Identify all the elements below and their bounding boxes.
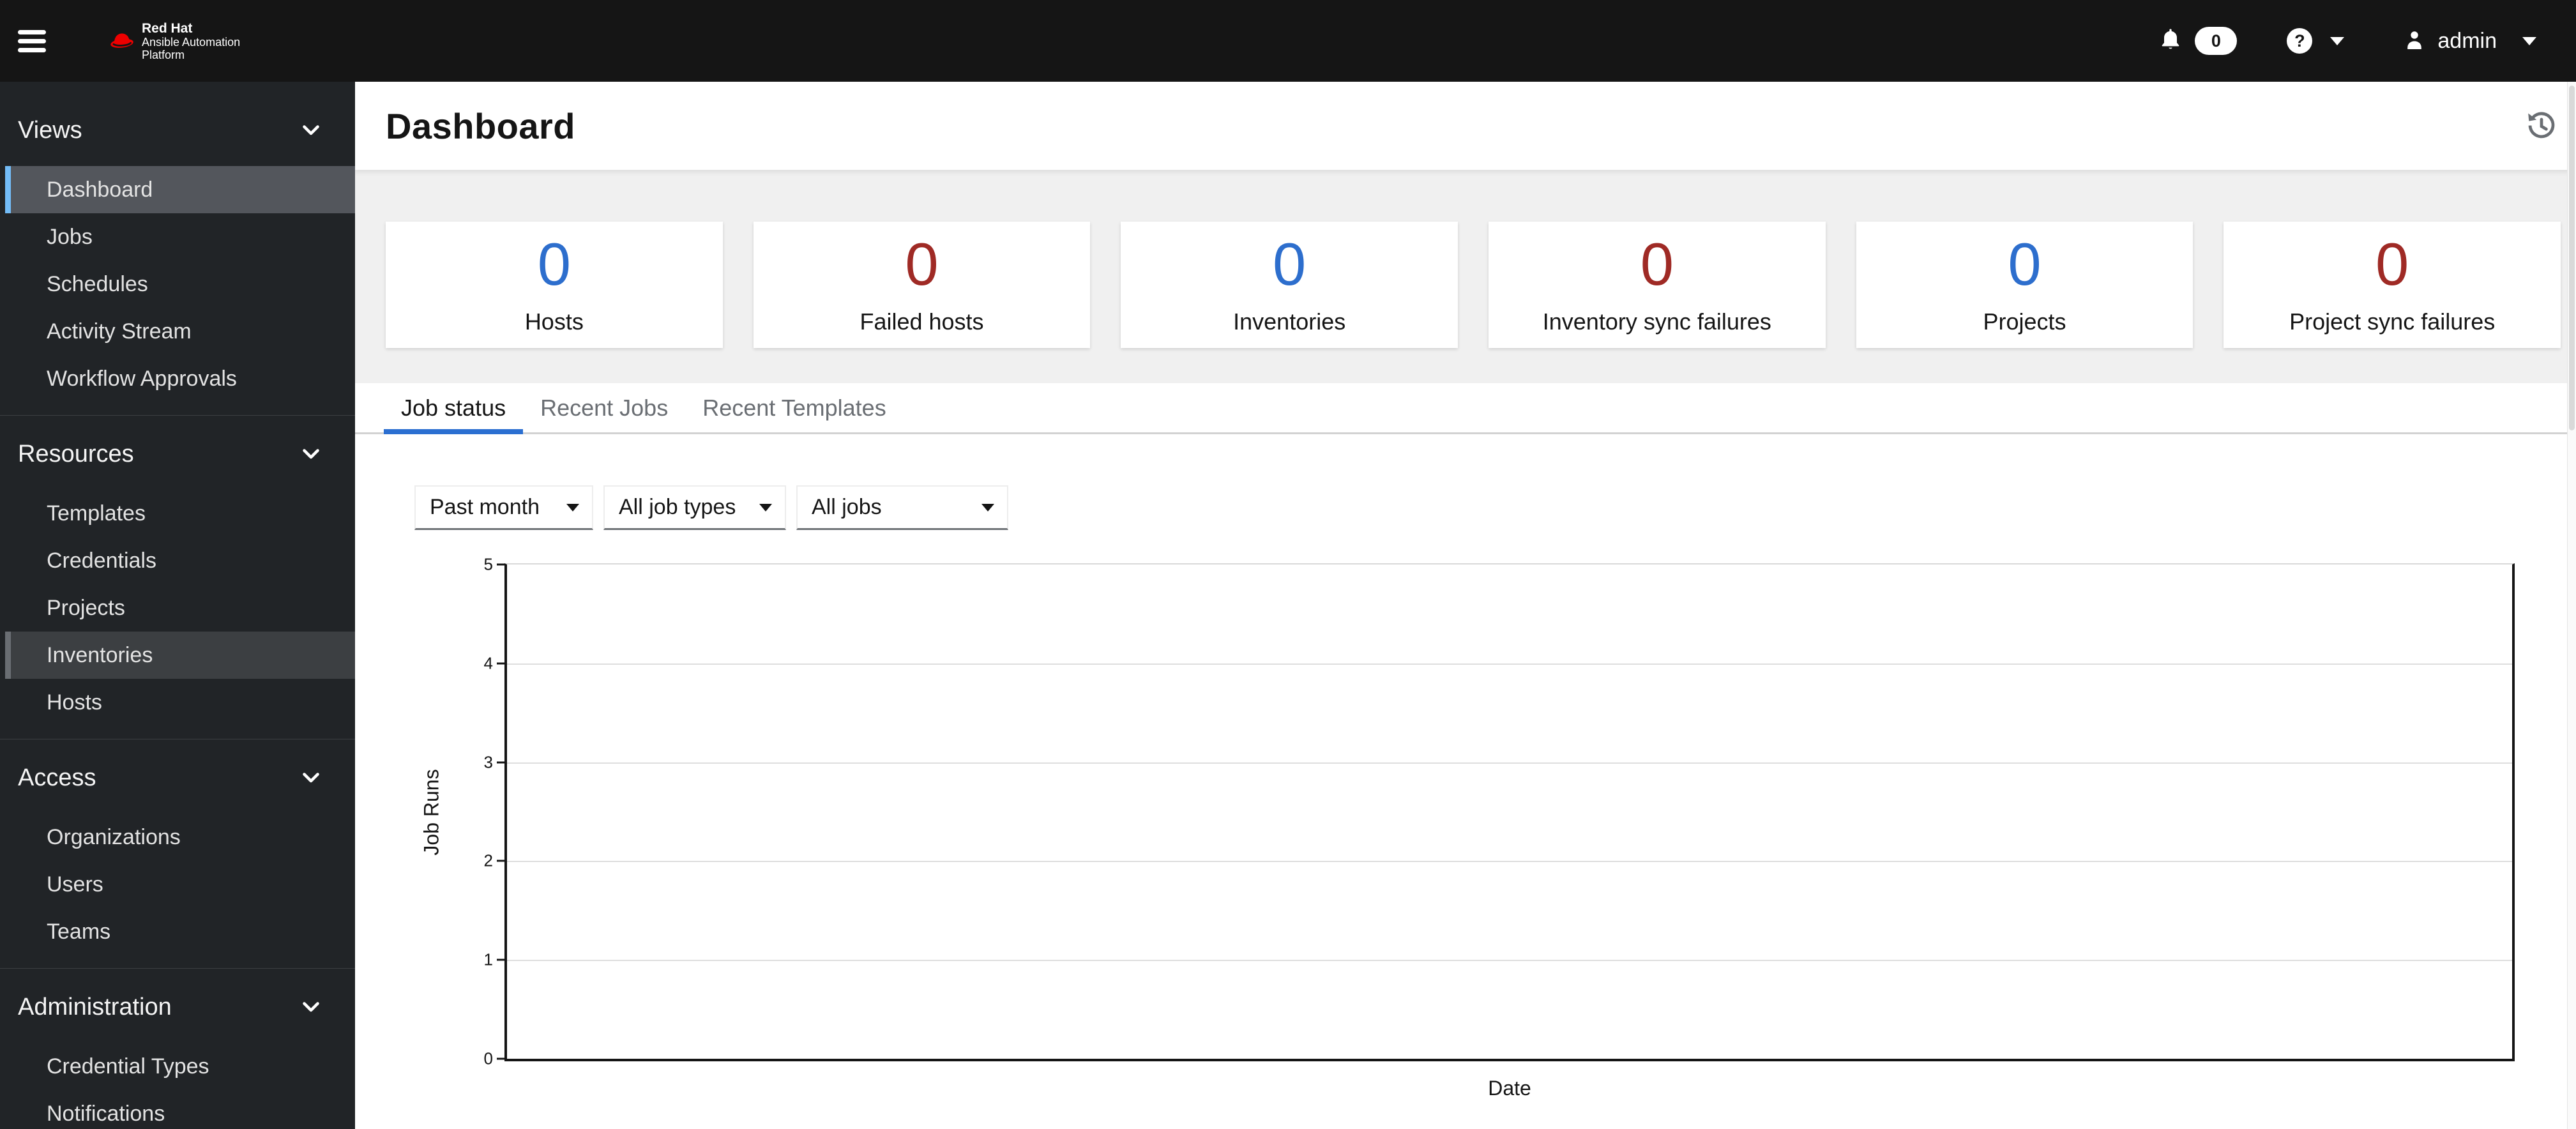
y-tick: 4 [483, 653, 493, 673]
chart-plot-area: 5 4 3 2 1 0 Date [484, 555, 2515, 1100]
brand-logo[interactable]: Red Hat Ansible Automation Platform [109, 21, 240, 61]
user-icon [2403, 27, 2426, 55]
sidebar-item-schedules[interactable]: Schedules [5, 261, 355, 308]
inventory-sync-failures-count-link[interactable]: 0 [1640, 234, 1674, 294]
nav-group-administration[interactable]: Administration [0, 981, 355, 1033]
nav-section-access: Access Organizations Users Teams [0, 739, 355, 968]
red-hat-fedora-icon [109, 29, 135, 53]
page-header: Dashboard [355, 82, 2576, 170]
sidebar-item-projects[interactable]: Projects [5, 584, 355, 632]
card-label: Inventory sync failures [1542, 308, 1771, 335]
nav-section-administration: Administration Credential Types Notifica… [0, 968, 355, 1129]
y-tick: 1 [483, 950, 493, 969]
chevron-down-icon [303, 448, 319, 458]
help-menu-toggle[interactable]: ? [2287, 28, 2345, 54]
y-tick: 5 [483, 554, 493, 574]
masthead: Red Hat Ansible Automation Platform 0 ? [0, 0, 2576, 82]
sidebar-item-dashboard[interactable]: Dashboard [5, 166, 355, 213]
dashboard-content: 0 Hosts 0 Failed hosts 0 Inventories 0 I… [355, 170, 2576, 1129]
inventories-count-link[interactable]: 0 [1273, 234, 1306, 294]
notifications-button[interactable]: 0 [2158, 26, 2238, 56]
ansible-automation-platform-app: Red Hat Ansible Automation Platform 0 ? [0, 0, 2576, 1129]
sidebar-item-organizations[interactable]: Organizations [5, 814, 355, 861]
card-label: Inventories [1233, 308, 1346, 335]
scrollbar[interactable] [2567, 82, 2576, 1129]
sidebar-item-users[interactable]: Users [5, 861, 355, 908]
tab-recent-jobs[interactable]: Recent Jobs [523, 383, 685, 432]
x-axis-label: Date [1488, 1077, 1531, 1100]
job-status-panel: Job status Recent Jobs Recent Templates … [355, 383, 2576, 1129]
gridline [507, 663, 2512, 665]
tab-recent-templates[interactable]: Recent Templates [685, 383, 904, 432]
brand-name: Red Hat [142, 20, 193, 36]
period-select[interactable]: Past month [414, 485, 593, 530]
nav-group-views[interactable]: Views [0, 105, 355, 156]
job-runs-chart: Job Runs 5 4 3 2 1 0 Date [355, 536, 2576, 1129]
sidebar-item-templates[interactable]: Templates [5, 490, 355, 537]
chart-filters: Past month All job types All jobs [414, 485, 2576, 530]
tab-job-status[interactable]: Job status [384, 383, 524, 434]
nav-group-resources[interactable]: Resources [0, 428, 355, 480]
y-tick: 2 [483, 851, 493, 870]
nav-group-access[interactable]: Access [0, 752, 355, 803]
page-title: Dashboard [386, 105, 575, 146]
bell-icon [2158, 26, 2183, 56]
card-label: Project sync failures [2289, 308, 2496, 335]
gridline [507, 960, 2512, 962]
nav-toggle-hamburger-icon[interactable] [18, 26, 47, 57]
history-icon[interactable] [2524, 108, 2559, 144]
chevron-down-icon [303, 772, 319, 782]
card-inventory-sync-failures: 0 Inventory sync failures [1489, 222, 1826, 348]
brand-product-line1: Ansible Automation [142, 35, 241, 49]
card-hosts: 0 Hosts [386, 222, 723, 348]
sidebar-item-jobs[interactable]: Jobs [5, 213, 355, 261]
chevron-down-icon [303, 125, 319, 135]
caret-down-icon [981, 503, 994, 511]
sidebar-item-credentials[interactable]: Credentials [5, 537, 355, 584]
card-projects: 0 Projects [1856, 222, 2193, 348]
nav-section-views: Views Dashboard Jobs Schedules Activity … [0, 105, 355, 415]
user-menu-toggle[interactable]: admin [2403, 27, 2536, 55]
chevron-down-icon [2522, 36, 2536, 45]
hosts-count-link[interactable]: 0 [538, 234, 571, 294]
notification-count-badge: 0 [2195, 27, 2238, 55]
username-label: admin [2437, 28, 2497, 53]
summary-cards-row: 0 Hosts 0 Failed hosts 0 Inventories 0 I… [355, 170, 2576, 348]
card-project-sync-failures: 0 Project sync failures [2224, 222, 2561, 348]
sidebar-item-teams[interactable]: Teams [5, 908, 355, 955]
projects-count-link[interactable]: 0 [2008, 234, 2041, 294]
card-failed-hosts: 0 Failed hosts [753, 222, 1091, 348]
card-label: Projects [1983, 308, 2066, 335]
sidebar-item-activity-stream[interactable]: Activity Stream [5, 308, 355, 355]
caret-down-icon [566, 503, 579, 511]
scrollbar-thumb[interactable] [2569, 86, 2575, 430]
project-sync-failures-count-link[interactable]: 0 [2375, 234, 2409, 294]
y-tick: 3 [483, 752, 493, 772]
job-filter-select[interactable]: All jobs [796, 485, 1008, 530]
y-axis-label: Job Runs [420, 769, 443, 856]
sidebar-item-notifications[interactable]: Notifications [5, 1090, 355, 1129]
y-tick: 0 [483, 1049, 493, 1068]
chevron-down-icon [303, 1001, 319, 1012]
caret-down-icon [759, 503, 772, 511]
job-type-select[interactable]: All job types [603, 485, 786, 530]
tab-bar: Job status Recent Jobs Recent Templates [355, 383, 2576, 434]
nav-section-resources: Resources Templates Credentials Projects… [0, 415, 355, 739]
gridline [507, 861, 2512, 863]
failed-hosts-count-link[interactable]: 0 [905, 234, 938, 294]
brand-product-line2: Platform [142, 48, 185, 61]
card-label: Hosts [524, 308, 584, 335]
gridline [507, 762, 2512, 764]
sidebar-item-inventories[interactable]: Inventories [5, 632, 355, 679]
sidebar-item-hosts[interactable]: Hosts [5, 679, 355, 726]
card-inventories: 0 Inventories [1121, 222, 1458, 348]
card-label: Failed hosts [860, 308, 984, 335]
help-icon: ? [2287, 28, 2313, 54]
sidebar-nav: Views Dashboard Jobs Schedules Activity … [0, 82, 355, 1129]
chevron-down-icon [2330, 36, 2345, 45]
sidebar-item-credential-types[interactable]: Credential Types [5, 1043, 355, 1090]
sidebar-item-workflow-approvals[interactable]: Workflow Approvals [5, 355, 355, 402]
